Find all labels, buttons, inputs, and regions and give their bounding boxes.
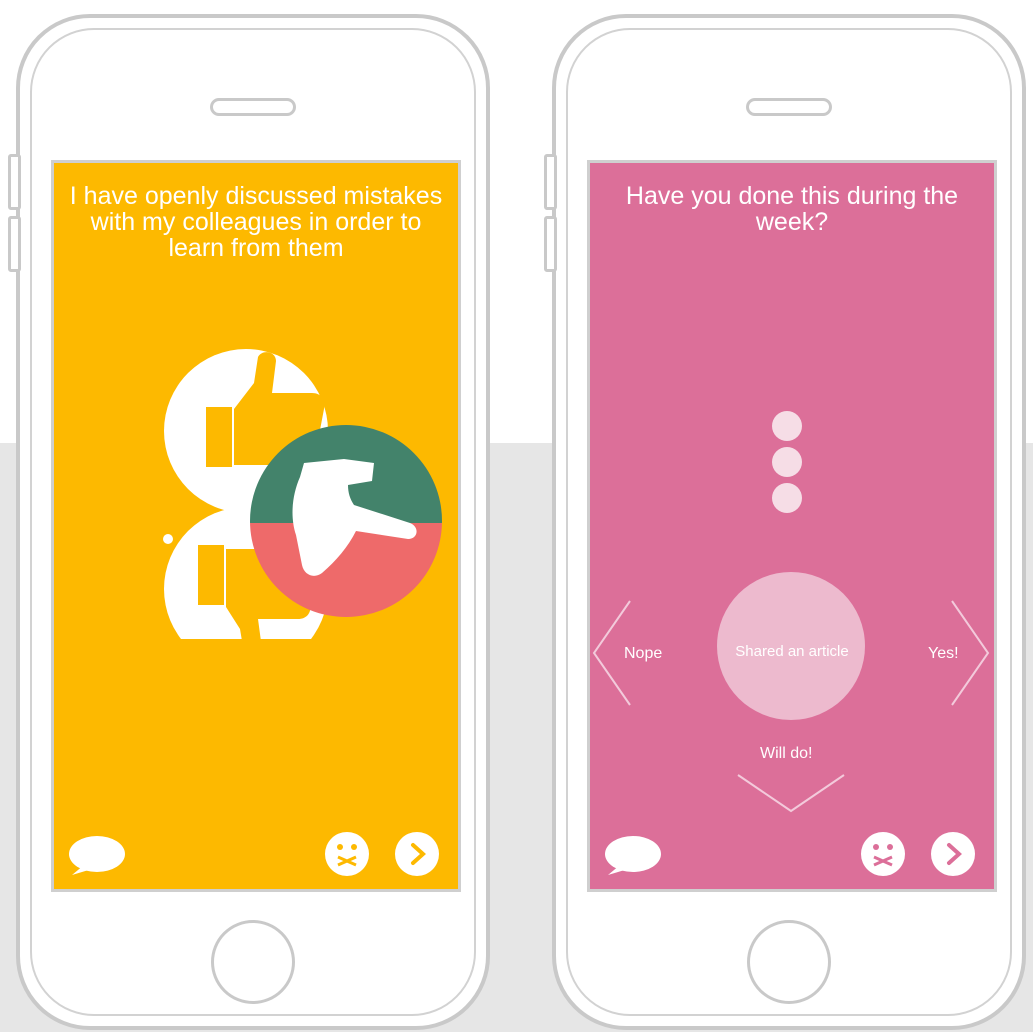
home-button[interactable]	[747, 920, 831, 1004]
speaker-icon	[746, 98, 832, 116]
chevron-down-icon[interactable]	[736, 773, 846, 813]
speech-bubble-icon[interactable]	[66, 835, 126, 879]
zipped-mouth-face-icon[interactable]	[324, 831, 370, 877]
will-do-label[interactable]: Will do!	[760, 745, 812, 763]
speech-bubble-icon[interactable]	[602, 835, 662, 879]
phone-frame-left: I have openly discussed mistakes with my…	[8, 14, 490, 1030]
side-button	[544, 216, 557, 272]
stack-dot	[772, 483, 802, 513]
stack-dot	[772, 411, 802, 441]
side-button	[544, 154, 557, 210]
question-title: Have you done this during the week?	[625, 182, 959, 236]
phone-frame-right: Have you done this during the week? Shar…	[544, 14, 1026, 1030]
screen-left: I have openly discussed mistakes with my…	[51, 160, 461, 892]
nope-label[interactable]: Nope	[624, 645, 662, 663]
stack-dot	[772, 447, 802, 477]
home-button[interactable]	[211, 920, 295, 1004]
chevron-right-icon[interactable]	[394, 831, 440, 877]
side-button	[8, 154, 21, 210]
speaker-icon	[210, 98, 296, 116]
side-button	[8, 216, 21, 272]
card-label[interactable]: Shared an article	[718, 643, 866, 660]
yes-label[interactable]: Yes!	[928, 645, 959, 663]
zipped-mouth-face-icon[interactable]	[860, 831, 906, 877]
screen-right: Have you done this during the week? Shar…	[587, 160, 997, 892]
question-title: I have openly discussed mistakes with my…	[69, 182, 443, 262]
chevron-right-icon[interactable]	[930, 831, 976, 877]
thumbs-vote-illustration[interactable]	[154, 339, 454, 639]
